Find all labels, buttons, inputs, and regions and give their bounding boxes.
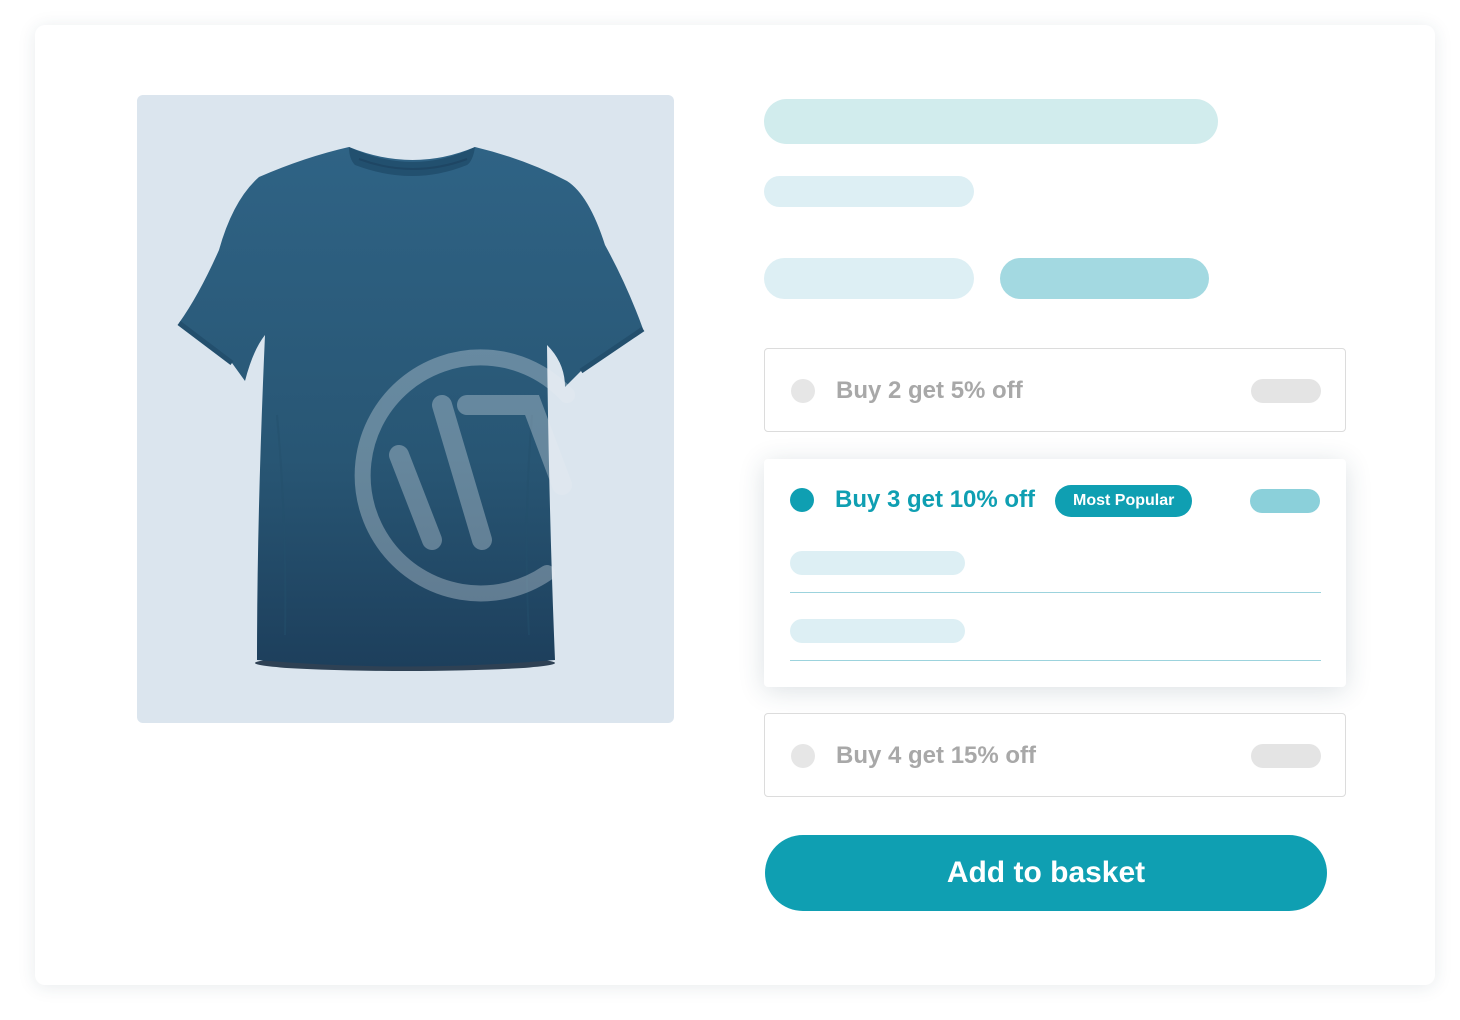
price-placeholder — [1250, 489, 1320, 513]
title-placeholder — [764, 99, 1218, 144]
variant-option-1[interactable] — [764, 258, 974, 299]
tshirt-image — [177, 147, 645, 671]
divider — [790, 592, 1321, 593]
product-image — [137, 95, 674, 723]
detail-placeholder — [790, 551, 965, 575]
radio-button[interactable] — [791, 379, 815, 403]
price-placeholder — [1251, 744, 1321, 768]
variant-option-2[interactable] — [1000, 258, 1209, 299]
detail-placeholder — [790, 619, 965, 643]
radio-button[interactable] — [791, 744, 815, 768]
offer-tier-3[interactable]: Buy 4 get 15% off — [764, 713, 1346, 797]
subtitle-placeholder — [764, 176, 974, 207]
price-placeholder — [1251, 379, 1321, 403]
radio-button-selected[interactable] — [790, 488, 814, 512]
offer-label: Buy 2 get 5% off — [836, 377, 1023, 404]
divider — [790, 660, 1321, 661]
most-popular-badge: Most Popular — [1055, 485, 1193, 517]
offer-label: Buy 4 get 15% off — [836, 742, 1037, 769]
offer-label: Buy 3 get 10% off — [835, 486, 1036, 513]
offer-tier-2[interactable]: Buy 3 get 10% off Most Popular — [764, 459, 1346, 687]
add-to-basket-button[interactable]: Add to basket — [765, 835, 1327, 911]
offer-tier-1[interactable]: Buy 2 get 5% off — [764, 348, 1346, 432]
